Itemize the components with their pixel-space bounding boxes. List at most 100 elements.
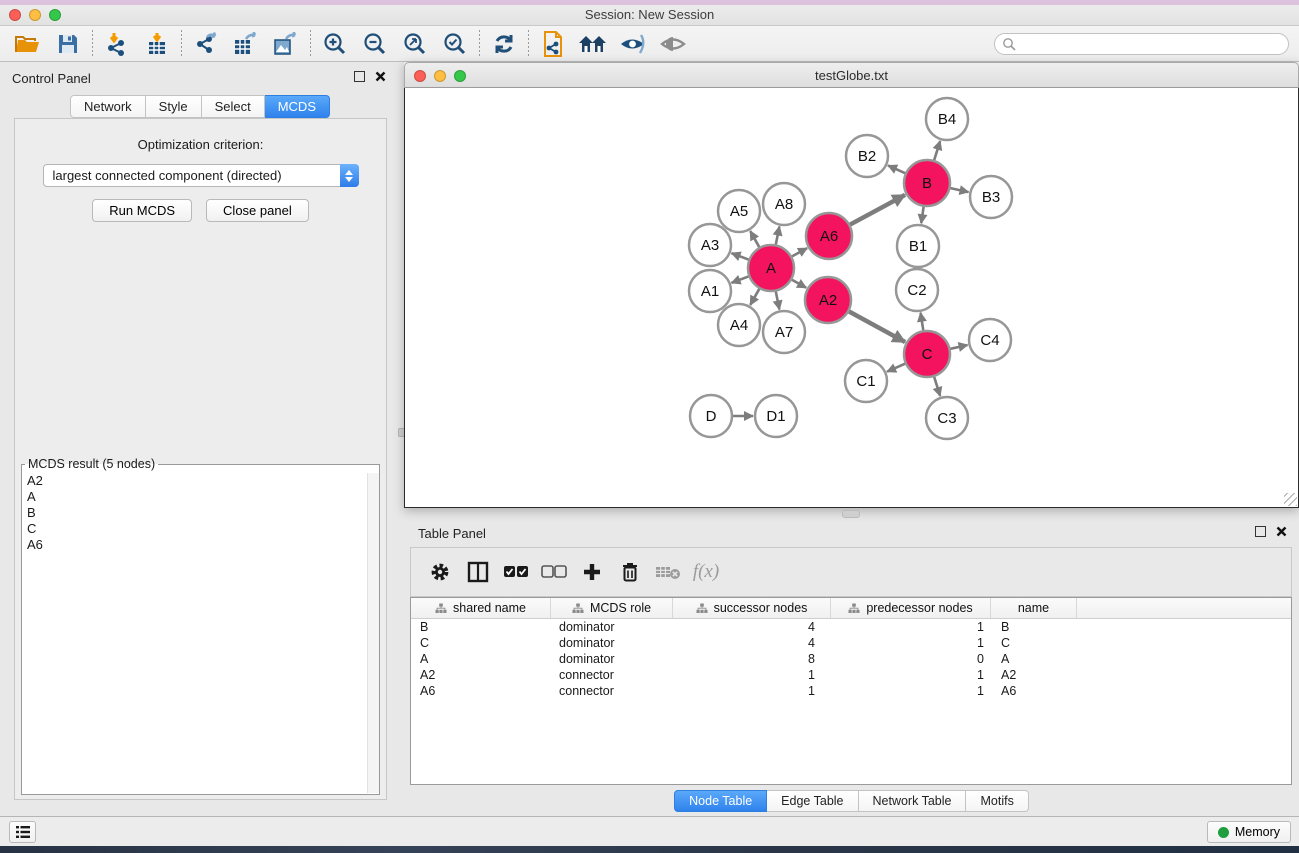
- export-network-button[interactable]: [186, 28, 226, 60]
- table-row[interactable]: Bdominator41B: [411, 619, 1291, 635]
- edge-A-A4[interactable]: [750, 289, 759, 305]
- edge-A-A7[interactable]: [776, 292, 780, 310]
- zoom-selected-button[interactable]: [435, 28, 475, 60]
- graph-node-A1[interactable]: A1: [689, 270, 731, 312]
- table-row[interactable]: Adominator80A: [411, 651, 1291, 667]
- tab-select[interactable]: Select: [202, 95, 265, 118]
- memory-button[interactable]: Memory: [1207, 821, 1291, 843]
- export-image-button[interactable]: [266, 28, 306, 60]
- edge-A-A8[interactable]: [776, 227, 780, 245]
- table-settings-button[interactable]: [423, 554, 457, 590]
- horizontal-scrollbar[interactable]: [404, 508, 1299, 520]
- float-panel-icon[interactable]: [354, 71, 365, 82]
- network-view-window[interactable]: testGlobe.txt A5A8A3AA1A4A7A6A2BB2B4B3B1…: [404, 62, 1299, 508]
- graph-node-B[interactable]: B: [904, 160, 950, 206]
- open-session-button[interactable]: [8, 28, 48, 60]
- zoom-out-button[interactable]: [355, 28, 395, 60]
- export-table-button[interactable]: [226, 28, 266, 60]
- edge-A-A3[interactable]: [732, 253, 749, 259]
- result-item[interactable]: A: [23, 489, 366, 505]
- edge-B-B2[interactable]: [888, 165, 905, 173]
- result-scrollbar[interactable]: [367, 473, 379, 793]
- select-all-columns-button[interactable]: [499, 554, 533, 590]
- edge-A-A5[interactable]: [750, 231, 759, 247]
- graph-node-C[interactable]: C: [904, 331, 950, 377]
- edge-B-B4[interactable]: [934, 141, 940, 160]
- graph-node-B3[interactable]: B3: [970, 176, 1012, 218]
- edge-A6-B[interactable]: [850, 195, 905, 225]
- delete-column-button[interactable]: [613, 554, 647, 590]
- horizontal-scrollbar-thumb[interactable]: [842, 510, 860, 518]
- save-session-button[interactable]: [48, 28, 88, 60]
- edge-C-C2[interactable]: [921, 313, 924, 331]
- deselect-all-columns-button[interactable]: [537, 554, 571, 590]
- tab-edge-table[interactable]: Edge Table: [767, 790, 858, 812]
- edge-A-A2[interactable]: [792, 280, 806, 288]
- column-header-name[interactable]: name: [991, 598, 1077, 618]
- add-column-button[interactable]: [575, 554, 609, 590]
- graph-node-C4[interactable]: C4: [969, 319, 1011, 361]
- graph-node-D[interactable]: D: [690, 395, 732, 437]
- search-input[interactable]: [1016, 35, 1288, 53]
- table-row[interactable]: Cdominator41C: [411, 635, 1291, 651]
- refresh-layout-button[interactable]: [484, 28, 524, 60]
- edge-A-A1[interactable]: [732, 276, 749, 282]
- graph-node-A7[interactable]: A7: [763, 311, 805, 353]
- table-row[interactable]: A2connector11A2: [411, 667, 1291, 683]
- home-view-button[interactable]: [573, 28, 613, 60]
- run-mcds-button[interactable]: Run MCDS: [92, 199, 192, 222]
- graph-node-C2[interactable]: C2: [896, 269, 938, 311]
- graph-node-B2[interactable]: B2: [846, 135, 888, 177]
- tab-network-table[interactable]: Network Table: [859, 790, 967, 812]
- edge-A2-C[interactable]: [849, 311, 905, 342]
- graph-node-D1[interactable]: D1: [755, 395, 797, 437]
- tab-motifs[interactable]: Motifs: [966, 790, 1028, 812]
- result-item[interactable]: A2: [23, 473, 366, 489]
- edge-C-C1[interactable]: [887, 364, 905, 372]
- column-header-successor-nodes[interactable]: successor nodes: [673, 598, 831, 618]
- zoom-fit-button[interactable]: [395, 28, 435, 60]
- close-panel-button[interactable]: Close panel: [206, 199, 309, 222]
- tab-mcds[interactable]: MCDS: [265, 95, 330, 118]
- search-box[interactable]: [994, 33, 1289, 55]
- graph-node-C1[interactable]: C1: [845, 360, 887, 402]
- close-panel-icon[interactable]: [375, 71, 386, 82]
- tab-network[interactable]: Network: [70, 95, 146, 118]
- column-header-shared-name[interactable]: shared name: [411, 598, 551, 618]
- graph-node-A[interactable]: A: [748, 245, 794, 291]
- result-item[interactable]: C: [23, 521, 366, 537]
- edge-C-C4[interactable]: [950, 345, 967, 349]
- import-network-button[interactable]: [97, 28, 137, 60]
- graph-node-A2[interactable]: A2: [805, 277, 851, 323]
- import-table-button[interactable]: [137, 28, 177, 60]
- edge-B-B1[interactable]: [921, 207, 923, 223]
- edge-B-B3[interactable]: [950, 188, 968, 192]
- split-view-button[interactable]: [461, 554, 495, 590]
- network-canvas[interactable]: A5A8 A3 A A1A4A7 A6 A2 B B2 B4B3 B1C2 C C4 C1 C3 D D1: [404, 88, 1299, 508]
- result-item[interactable]: B: [23, 505, 366, 521]
- task-history-button[interactable]: [9, 821, 36, 843]
- tab-node-table[interactable]: Node Table: [674, 790, 767, 812]
- edge-A-A6[interactable]: [792, 248, 807, 256]
- result-item[interactable]: A6: [23, 537, 366, 553]
- tab-style[interactable]: Style: [146, 95, 202, 118]
- column-header-predecessor-nodes[interactable]: predecessor nodes: [831, 598, 991, 618]
- optimization-criterion-select[interactable]: largest connected component (directed): [43, 164, 359, 187]
- table-row[interactable]: A6connector11A6: [411, 683, 1291, 699]
- edge-C-C3[interactable]: [934, 377, 940, 396]
- graph-node-A5[interactable]: A5: [718, 190, 760, 232]
- graph-node-B4[interactable]: B4: [926, 98, 968, 140]
- close-table-panel-icon[interactable]: [1276, 526, 1287, 537]
- main-titlebar[interactable]: Session: New Session: [0, 5, 1299, 26]
- node-table[interactable]: shared nameMCDS rolesuccessor nodesprede…: [410, 597, 1292, 785]
- graph-node-A6[interactable]: A6: [806, 213, 852, 259]
- column-header-MCDS-role[interactable]: MCDS role: [551, 598, 673, 618]
- new-network-from-document-button[interactable]: [533, 28, 573, 60]
- graph-node-C3[interactable]: C3: [926, 397, 968, 439]
- graph-node-B1[interactable]: B1: [897, 225, 939, 267]
- graph-node-A4[interactable]: A4: [718, 304, 760, 346]
- window-resize-grip[interactable]: [1284, 493, 1297, 506]
- hide-selected-button[interactable]: [613, 28, 653, 60]
- graph-node-A8[interactable]: A8: [763, 183, 805, 225]
- graph-node-A3[interactable]: A3: [689, 224, 731, 266]
